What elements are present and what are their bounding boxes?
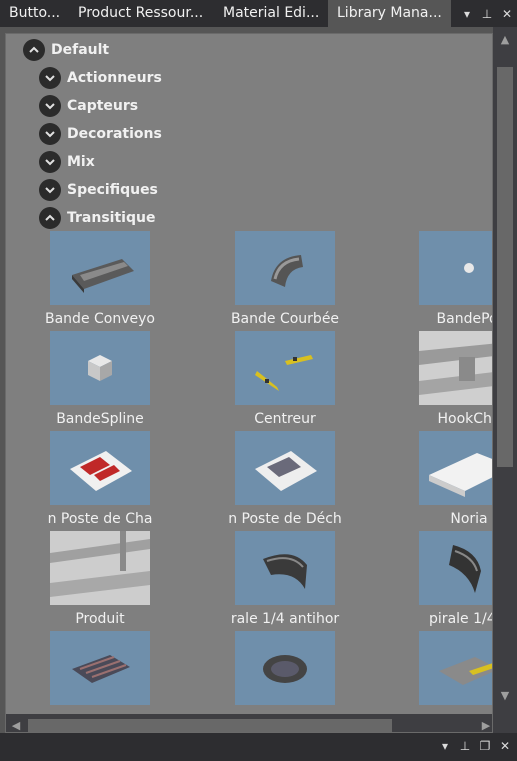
library-item-bandepoint[interactable]: BandePoi <box>394 231 492 331</box>
chevron-down-icon[interactable] <box>39 151 61 173</box>
curved-conveyor-icon <box>235 231 335 305</box>
item-label: Produit <box>75 611 125 627</box>
library-item-poste-dechargement[interactable]: n Poste de Déch <box>210 431 360 531</box>
scroll-right-icon[interactable]: ▶ <box>478 719 492 732</box>
library-item-bande-conveyor[interactable]: Bande Conveyo <box>25 231 175 331</box>
point-icon <box>419 231 492 305</box>
tree-node-label: Mix <box>67 154 95 170</box>
library-item-spirale-horaire[interactable]: pirale 1/4 h <box>394 531 492 631</box>
scroll-down-icon[interactable]: ▼ <box>497 689 513 702</box>
library-item-bandespline[interactable]: BandeSpline <box>25 331 175 431</box>
close-icon[interactable]: ✕ <box>499 739 511 753</box>
tree-node-label: Transitique <box>67 210 156 226</box>
tab-product-ressources[interactable]: Product Ressour... <box>69 0 206 27</box>
item-label: rale 1/4 antihor <box>230 611 340 627</box>
tab-buttons[interactable]: Butto... <box>0 0 66 27</box>
scroll-left-icon[interactable]: ◀ <box>8 719 24 732</box>
tree-node-label: Actionneurs <box>67 70 162 86</box>
library-manager-panel: Default Actionneurs Capteurs Decorations <box>0 27 517 733</box>
tree-node-actionneurs[interactable]: Actionneurs <box>39 66 162 90</box>
unloading-station-icon <box>235 431 335 505</box>
tree-node-mix[interactable]: Mix <box>39 150 95 174</box>
library-item-hookchain[interactable]: HookCha <box>394 331 493 431</box>
item-label: n Poste de Cha <box>47 511 153 527</box>
pin-icon[interactable]: ⊥ <box>459 739 471 753</box>
spiral-cw-icon <box>419 531 492 605</box>
tree-node-transitique[interactable]: Transitique <box>39 206 155 230</box>
chevron-down-icon[interactable]: ▾ <box>461 7 473 21</box>
item-label: BandePoi <box>436 311 492 327</box>
document-tab-bar: Butto... Product Ressour... Material Edi… <box>0 0 517 27</box>
bottom-dock-bar: ▾ ⊥ ❐ ✕ <box>0 733 517 761</box>
turntable-icon <box>235 631 335 705</box>
library-item-spirale-antihoraire[interactable]: rale 1/4 antihor <box>210 531 360 631</box>
horizontal-scrollbar[interactable]: ◀ ▶ <box>6 714 492 732</box>
cube-icon <box>50 331 150 405</box>
item-label: Bande Courbée <box>230 311 340 327</box>
library-content: Default Actionneurs Capteurs Decorations <box>5 33 493 733</box>
item-label: Centreur <box>254 411 316 427</box>
horizontal-scroll-thumb[interactable] <box>28 719 392 732</box>
conveyor-icon <box>50 231 150 305</box>
item-label: n Poste de Déch <box>228 511 342 527</box>
product-icon <box>50 531 150 605</box>
close-icon[interactable]: ✕ <box>501 7 513 21</box>
library-item-bande-courbee[interactable]: Bande Courbée <box>210 231 360 331</box>
tree-node-label: Capteurs <box>67 98 139 114</box>
tab-tools: ▾ ⊥ ✕ <box>461 0 513 27</box>
chevron-down-icon[interactable]: ▾ <box>439 739 451 753</box>
hook-chain-icon <box>419 331 492 405</box>
loading-station-icon <box>50 431 150 505</box>
roller-icon <box>50 631 150 705</box>
library-item-produit[interactable]: Produit <box>25 531 175 631</box>
bottom-tools: ▾ ⊥ ❐ ✕ <box>439 739 511 753</box>
spiral-ccw-icon <box>235 531 335 605</box>
tree-node-capteurs[interactable]: Capteurs <box>39 94 138 118</box>
noria-icon <box>419 431 492 505</box>
vertical-scrollbar[interactable]: ▲ ▼ <box>493 27 517 733</box>
item-label: pirale 1/4 h <box>429 611 492 627</box>
tree-node-specifiques[interactable]: Specifiques <box>39 178 158 202</box>
vertical-scroll-thumb[interactable] <box>497 67 513 467</box>
chevron-down-icon[interactable] <box>39 67 61 89</box>
scroll-up-icon[interactable]: ▲ <box>497 33 513 46</box>
library-item-centreur[interactable]: Centreur <box>210 331 360 431</box>
library-item-poste-chargement[interactable]: n Poste de Cha <box>25 431 175 531</box>
item-label: Bande Conveyo <box>45 311 155 327</box>
tree-node-decorations[interactable]: Decorations <box>39 122 162 146</box>
tree-node-label: Specifiques <box>67 182 158 198</box>
tree-node-label: Default <box>51 42 110 58</box>
centering-icon <box>235 331 335 405</box>
library-item-noria[interactable]: Noria <box>394 431 492 531</box>
float-window-icon[interactable]: ❐ <box>479 739 491 753</box>
item-label: BandeSpline <box>56 411 144 427</box>
chevron-up-icon[interactable] <box>39 207 61 229</box>
tree-node-label: Decorations <box>67 126 162 142</box>
pin-icon[interactable]: ⊥ <box>481 7 493 21</box>
tree-node-default[interactable]: Default <box>23 38 109 62</box>
chevron-down-icon[interactable] <box>39 179 61 201</box>
tab-library-manager[interactable]: Library Mana... <box>328 0 451 27</box>
item-label: HookCha <box>437 411 493 427</box>
chevron-up-icon[interactable] <box>23 39 45 61</box>
pusher-icon <box>419 631 492 705</box>
chevron-down-icon[interactable] <box>39 123 61 145</box>
tab-material-editor[interactable]: Material Edi... <box>214 0 324 27</box>
item-label: Noria <box>450 511 488 527</box>
chevron-down-icon[interactable] <box>39 95 61 117</box>
